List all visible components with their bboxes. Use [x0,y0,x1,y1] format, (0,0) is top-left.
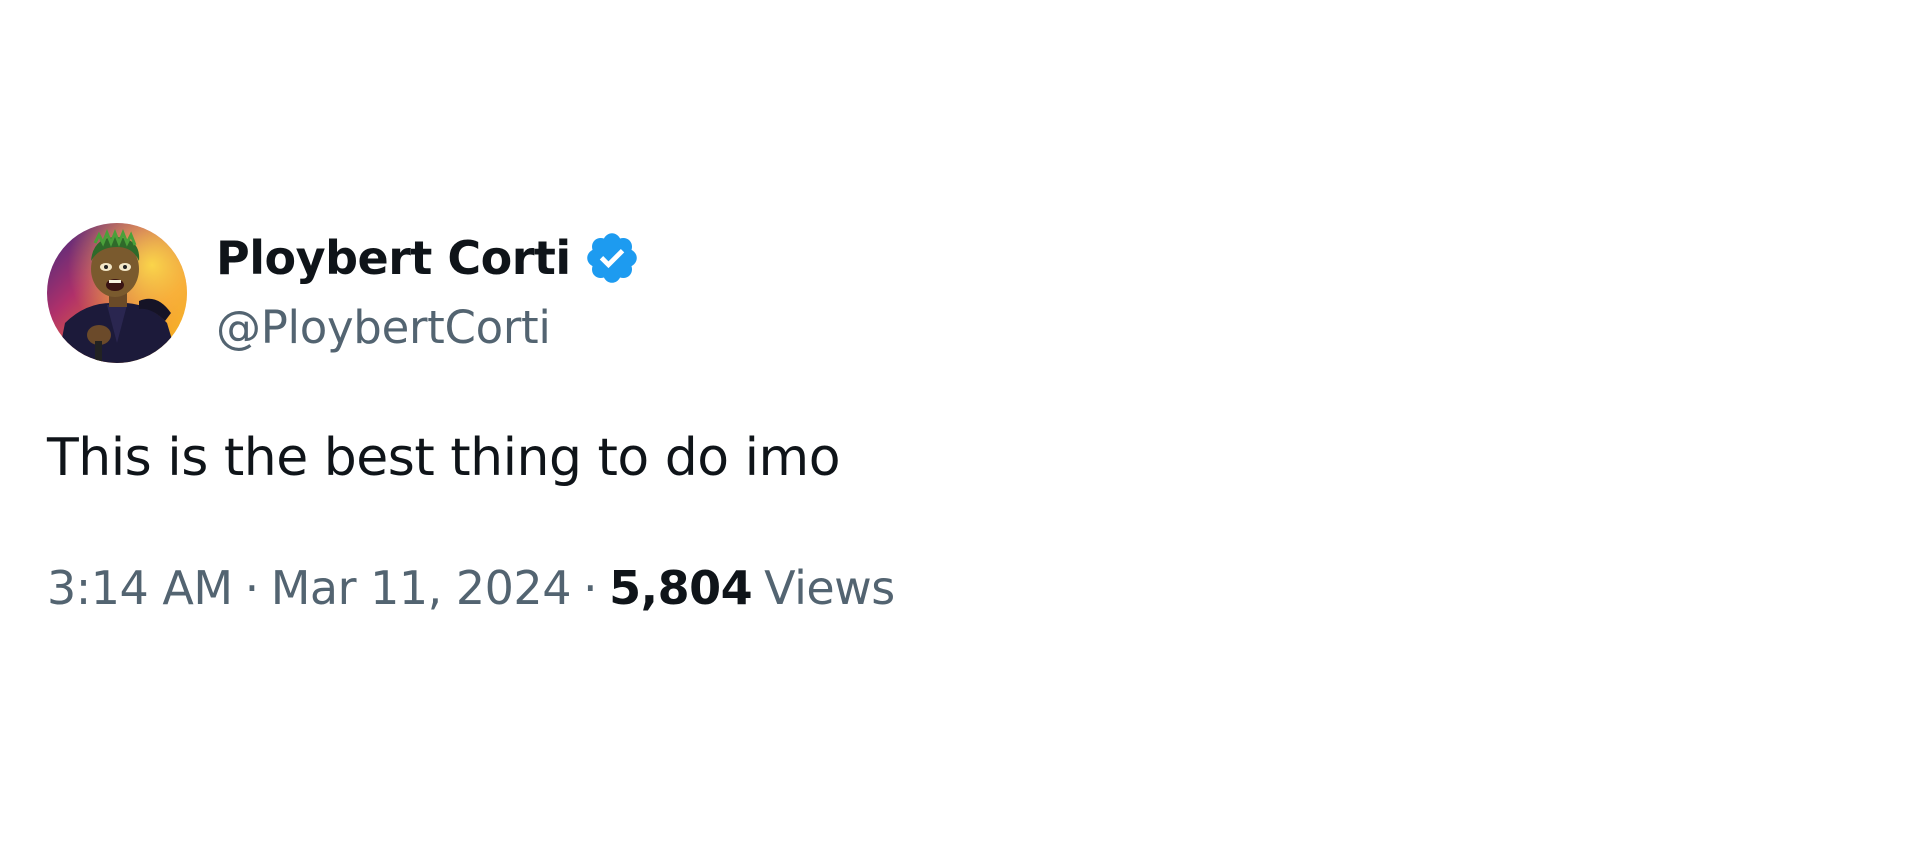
author-row: Ploybert Corti [216,226,641,290]
meta-separator: · [582,561,598,615]
views-label[interactable]: Views [764,561,895,615]
verified-badge-icon[interactable] [583,229,641,287]
avatar-image [47,223,187,363]
avatar[interactable] [47,223,187,363]
tweet-text: This is the best thing to do imo [47,428,841,488]
tweet-date[interactable]: Mar 11, 2024 [271,561,572,615]
tweet-card: Ploybert Corti @PloybertCorti This is th… [0,0,1920,851]
views-count[interactable]: 5,804 [609,561,753,615]
tweet-meta: 3:14 AM · Mar 11, 2024 · 5,804 Views [47,556,895,620]
meta-separator: · [244,561,260,615]
display-name[interactable]: Ploybert Corti [216,226,571,290]
author-handle[interactable]: @PloybertCorti [216,298,551,358]
tweet-time[interactable]: 3:14 AM [47,561,233,615]
